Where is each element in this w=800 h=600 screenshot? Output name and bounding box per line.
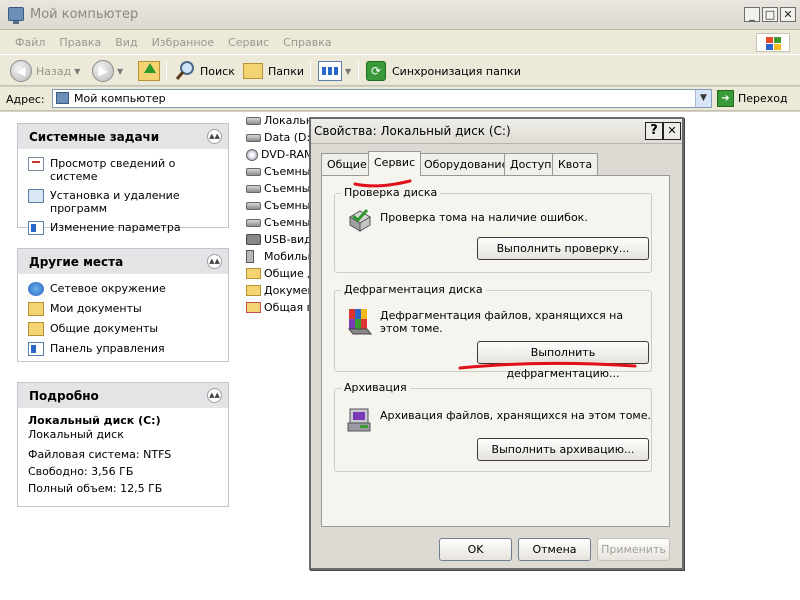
annotation-overlay	[353, 179, 637, 370]
annotation-underline-defrag	[458, 361, 637, 370]
annotation-underline-tab	[353, 179, 412, 188]
tab-tools[interactable]: Сервис	[368, 151, 422, 176]
